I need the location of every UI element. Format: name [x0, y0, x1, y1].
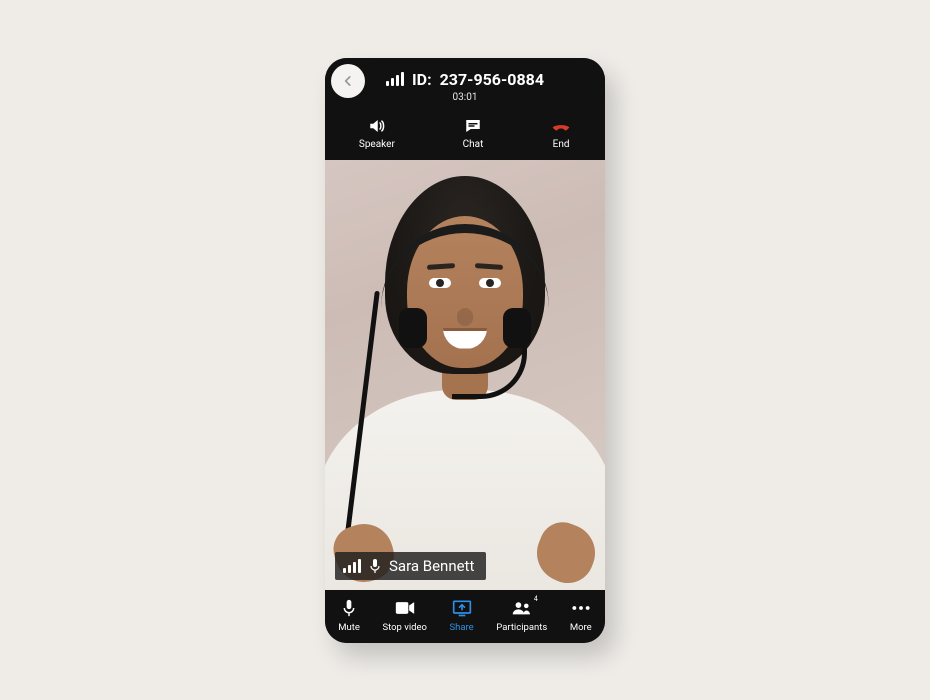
header-actions: Speaker Chat End: [325, 117, 605, 160]
end-call-icon: [551, 117, 571, 135]
video-icon: [395, 598, 415, 618]
stop-video-button[interactable]: Stop video: [382, 598, 427, 633]
call-id-value: 237-956-0884: [440, 70, 544, 89]
share-screen-icon: [452, 598, 472, 618]
participant-avatar: [325, 160, 605, 590]
participants-label: Participants: [496, 622, 547, 633]
speaker-icon: [367, 117, 387, 135]
microphone-icon: [339, 598, 359, 618]
more-button[interactable]: More: [570, 598, 592, 633]
chat-label: Chat: [463, 139, 484, 150]
more-icon: [571, 598, 591, 618]
call-timer: 03:01: [325, 92, 605, 103]
more-label: More: [570, 622, 592, 633]
chat-icon: [463, 117, 483, 135]
video-call-screen: ID: 237-956-0884 03:01 Speaker Chat: [325, 58, 605, 643]
back-button[interactable]: [331, 64, 365, 98]
speaker-label: Speaker: [359, 139, 395, 150]
participants-button[interactable]: 4 Participants: [496, 598, 547, 633]
speaker-button[interactable]: Speaker: [359, 117, 395, 150]
mute-label: Mute: [338, 622, 360, 633]
call-header: ID: 237-956-0884 03:01 Speaker Chat: [325, 58, 605, 160]
end-call-label: End: [553, 139, 570, 150]
chevron-left-icon: [341, 74, 355, 88]
stop-video-label: Stop video: [382, 622, 427, 633]
chat-button[interactable]: Chat: [463, 117, 484, 150]
end-call-button[interactable]: End: [551, 117, 571, 150]
call-id-row: ID: 237-956-0884: [325, 70, 605, 89]
microphone-icon: [369, 558, 381, 574]
video-feed[interactable]: Sara Bennett: [325, 160, 605, 590]
participant-name-overlay: Sara Bennett: [335, 552, 486, 580]
share-label: Share: [450, 622, 474, 633]
bottom-toolbar: Mute Stop video Share 4 Participants: [325, 590, 605, 643]
participants-count-badge: 4: [534, 595, 538, 603]
participant-name: Sara Bennett: [389, 557, 474, 575]
signal-icon: [386, 72, 404, 86]
mute-button[interactable]: Mute: [338, 598, 360, 633]
share-button[interactable]: Share: [450, 598, 474, 633]
call-id-prefix: ID:: [412, 70, 432, 89]
signal-icon: [343, 559, 361, 573]
participants-icon: 4: [512, 598, 532, 618]
